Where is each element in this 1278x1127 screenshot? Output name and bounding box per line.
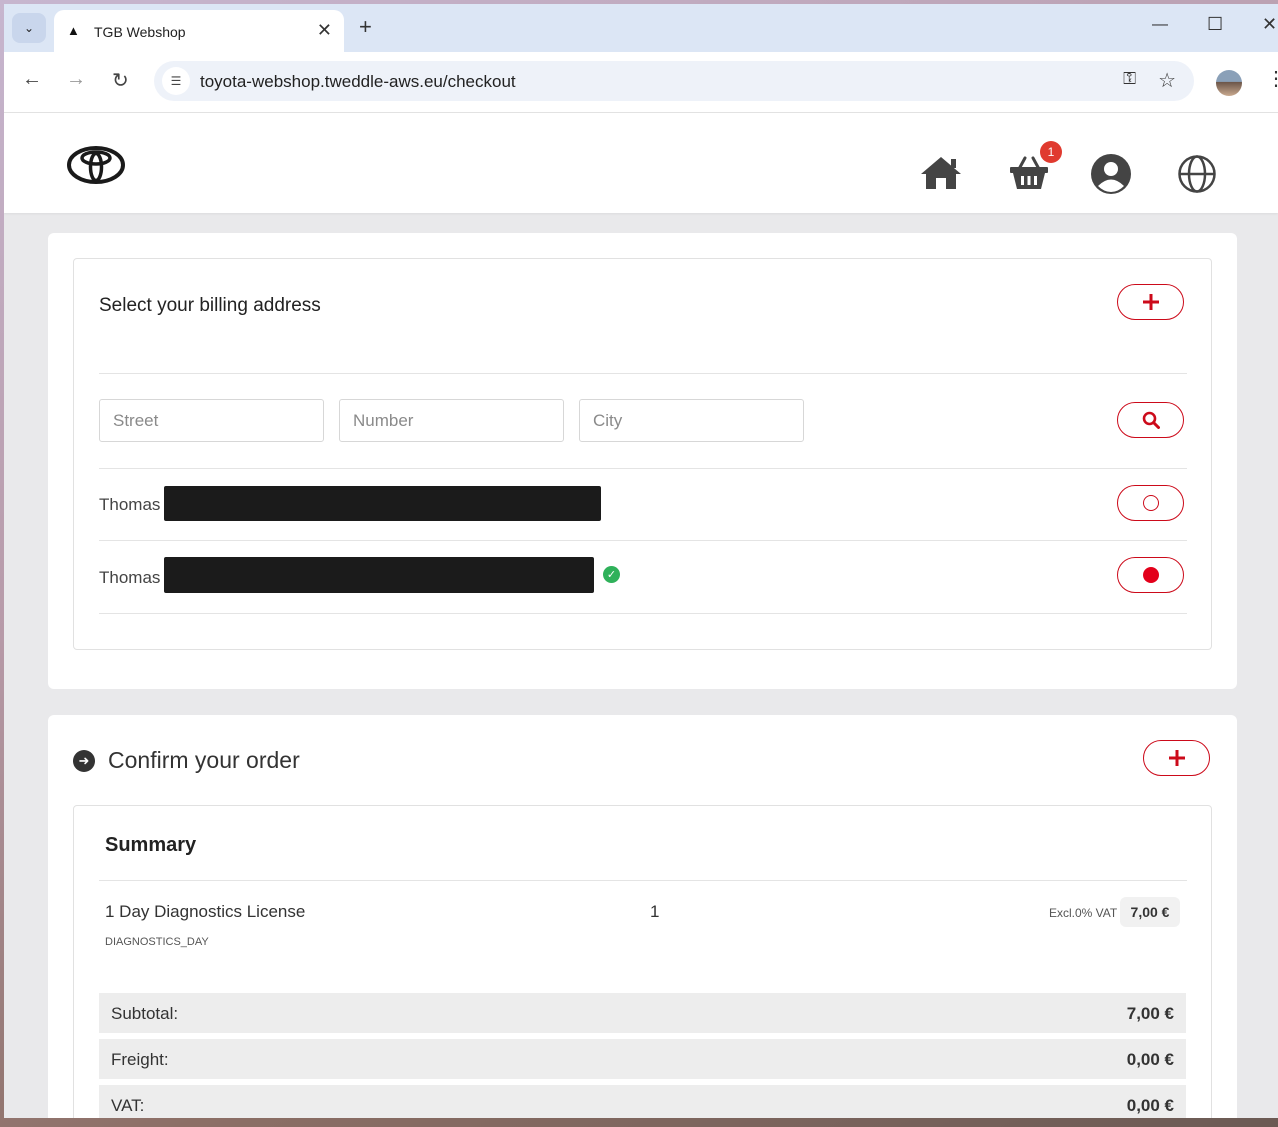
summary-panel: Summary 1 Day Diagnostics License DIAGNO…: [73, 805, 1212, 1118]
subtotal-value: 7,00 €: [1126, 1004, 1174, 1023]
vat-value: 0,00 €: [1126, 1096, 1174, 1115]
reload-icon[interactable]: ↻: [112, 68, 129, 93]
toyota-logo[interactable]: [66, 145, 126, 185]
order-item-code: DIAGNOSTICS_DAY: [105, 936, 209, 948]
cart-count-badge: 1: [1040, 141, 1062, 163]
tab-strip: ⌄ ▲ TGB Webshop ✕ + — ☐ ✕: [4, 4, 1278, 52]
forward-icon[interactable]: →: [66, 68, 86, 91]
browser-toolbar: ← → ↻ ☰ toyota-webshop.tweddle-aws.eu/ch…: [4, 52, 1278, 113]
favicon-icon: ▲: [67, 23, 80, 38]
select-address-radio[interactable]: [1117, 485, 1184, 521]
site-settings-icon[interactable]: ☰: [162, 67, 190, 95]
add-address-button[interactable]: [1117, 284, 1184, 320]
divider: [99, 880, 1187, 881]
site-header: 1: [4, 113, 1278, 213]
vat-row: VAT: 0,00 €: [99, 1085, 1186, 1118]
order-item-vat-note: Excl.0% VAT: [1049, 906, 1118, 920]
search-address-button[interactable]: [1117, 402, 1184, 438]
confirm-order-title: Confirm your order: [108, 747, 300, 773]
city-input[interactable]: [579, 399, 804, 442]
profile-avatar[interactable]: [1216, 70, 1242, 96]
confirm-order-card: ➜ Confirm your order Summary 1 Day Diagn…: [48, 715, 1237, 1118]
verified-check-icon: ✓: [603, 566, 620, 583]
billing-card: Select your billing address Thomas: [48, 233, 1237, 689]
street-input[interactable]: [99, 399, 324, 442]
radio-selected-icon: [1142, 567, 1159, 583]
order-item-quantity: 1: [650, 902, 660, 921]
close-tab-icon[interactable]: ✕: [317, 20, 332, 41]
vat-label: VAT:: [111, 1096, 145, 1115]
divider: [99, 373, 1187, 374]
freight-row: Freight: 0,00 €: [99, 1039, 1186, 1079]
maximize-icon[interactable]: ☐: [1207, 14, 1223, 35]
chevron-down-icon: ⌄: [23, 21, 35, 35]
menu-kebab-icon[interactable]: ⋮: [1266, 66, 1278, 91]
tab-title: TGB Webshop: [94, 24, 186, 40]
browser-tab[interactable]: ▲ TGB Webshop ✕: [54, 10, 344, 52]
browser-window: ⌄ ▲ TGB Webshop ✕ + — ☐ ✕ ← → ↻ ☰ toyota…: [4, 4, 1278, 1118]
redacted-address: [164, 486, 601, 521]
summary-title: Summary: [105, 834, 197, 856]
redacted-address: [164, 557, 594, 593]
tab-search-button[interactable]: ⌄: [12, 13, 46, 43]
order-item-price: 7,00 €: [1120, 897, 1180, 927]
user-icon[interactable]: [1090, 153, 1132, 195]
home-icon[interactable]: [919, 155, 963, 191]
divider: [99, 468, 1187, 469]
close-window-icon[interactable]: ✕: [1262, 14, 1277, 35]
billing-panel: Select your billing address Thomas: [73, 258, 1212, 650]
bookmark-star-icon[interactable]: ☆: [1158, 68, 1176, 93]
subtotal-row: Subtotal: 7,00 €: [99, 993, 1186, 1033]
select-address-radio[interactable]: [1117, 557, 1184, 593]
minimize-icon[interactable]: —: [1152, 16, 1168, 34]
url-text: toyota-webshop.tweddle-aws.eu/checkout: [200, 72, 516, 91]
address-name: Thomas: [99, 568, 161, 587]
subtotal-label: Subtotal:: [111, 1004, 179, 1023]
number-input[interactable]: [339, 399, 564, 442]
divider: [99, 613, 1187, 614]
new-tab-button[interactable]: +: [359, 14, 372, 40]
freight-value: 0,00 €: [1126, 1050, 1174, 1069]
plus-icon: [1168, 750, 1185, 766]
order-item-name: 1 Day Diagnostics License: [105, 902, 306, 921]
divider: [99, 540, 1187, 541]
plus-icon: [1142, 294, 1159, 310]
search-icon: [1142, 411, 1160, 429]
billing-title: Select your billing address: [99, 295, 321, 316]
globe-icon[interactable]: [1177, 154, 1217, 194]
address-name: Thomas: [99, 495, 161, 514]
freight-label: Freight:: [111, 1050, 169, 1069]
key-icon[interactable]: ⚿: [1123, 69, 1136, 89]
address-bar[interactable]: ☰ toyota-webshop.tweddle-aws.eu/checkout…: [154, 61, 1194, 101]
radio-unselected-icon: [1142, 495, 1159, 511]
back-icon[interactable]: ←: [22, 68, 42, 91]
expand-order-button[interactable]: [1143, 740, 1210, 776]
arrow-circle-right-icon: ➜: [73, 750, 95, 772]
